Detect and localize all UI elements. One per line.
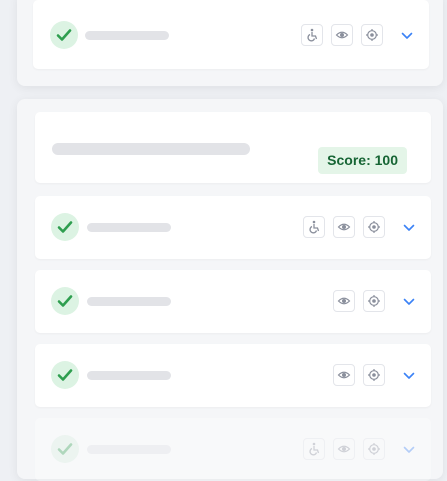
result-row[interactable] — [35, 418, 431, 481]
check-icon — [51, 435, 79, 463]
wheelchair-icon[interactable] — [303, 438, 325, 460]
crosshair-icon[interactable] — [363, 290, 385, 312]
wheelchair-icon[interactable] — [301, 24, 323, 46]
eye-icon[interactable] — [333, 216, 355, 238]
result-title-placeholder — [87, 445, 171, 454]
result-row[interactable] — [35, 270, 431, 333]
eye-icon[interactable] — [333, 438, 355, 460]
result-row[interactable] — [33, 0, 429, 69]
chevron-down-icon[interactable] — [403, 372, 415, 380]
wheelchair-icon[interactable] — [303, 216, 325, 238]
check-icon — [51, 213, 79, 241]
crosshair-icon[interactable] — [363, 438, 385, 460]
check-icon — [50, 21, 78, 49]
results-panel: Score: 100 — [17, 99, 443, 481]
eye-icon[interactable] — [331, 24, 353, 46]
summary-title-placeholder — [52, 143, 250, 155]
result-title-placeholder — [85, 31, 169, 40]
result-row[interactable] — [35, 344, 431, 407]
result-title-placeholder — [87, 371, 171, 380]
score-badge: Score: 100 — [318, 147, 407, 174]
chevron-down-icon[interactable] — [401, 32, 413, 40]
result-title-placeholder — [87, 223, 171, 232]
chevron-down-icon[interactable] — [403, 446, 415, 454]
check-icon — [51, 361, 79, 389]
crosshair-icon[interactable] — [363, 216, 385, 238]
eye-icon[interactable] — [333, 290, 355, 312]
result-row[interactable] — [35, 196, 431, 259]
results-panel-top — [17, 0, 443, 86]
crosshair-icon[interactable] — [361, 24, 383, 46]
result-title-placeholder — [87, 297, 171, 306]
check-icon — [51, 287, 79, 315]
crosshair-icon[interactable] — [363, 364, 385, 386]
chevron-down-icon[interactable] — [403, 224, 415, 232]
eye-icon[interactable] — [333, 364, 355, 386]
chevron-down-icon[interactable] — [403, 298, 415, 306]
summary-card: Score: 100 — [35, 112, 431, 183]
